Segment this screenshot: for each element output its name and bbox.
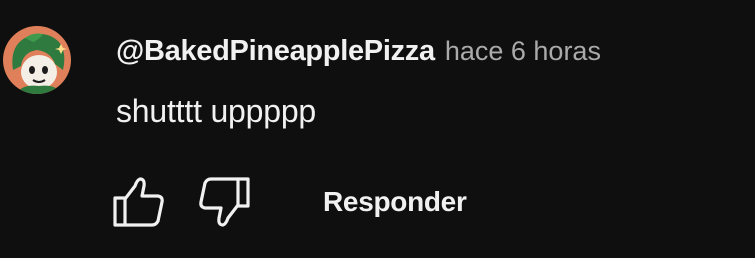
comment-timestamp[interactable]: hace 6 horas bbox=[445, 36, 601, 67]
like-button[interactable] bbox=[104, 168, 172, 236]
comment-actions: Responder bbox=[104, 168, 483, 236]
comment-thread: @BakedPineapplePizza hace 6 horas shuttt… bbox=[0, 0, 755, 258]
dislike-button[interactable] bbox=[191, 168, 259, 236]
thumbs-up-icon bbox=[113, 177, 164, 227]
avatar[interactable] bbox=[3, 26, 71, 94]
author-name[interactable]: @BakedPineapplePizza bbox=[116, 35, 435, 68]
comment-text: shutttt uppppp bbox=[116, 93, 317, 129]
reply-button[interactable]: Responder bbox=[307, 174, 483, 230]
avatar-image bbox=[3, 26, 71, 94]
thumbs-down-icon bbox=[199, 177, 250, 227]
comment-header: @BakedPineapplePizza hace 6 horas bbox=[116, 30, 601, 72]
